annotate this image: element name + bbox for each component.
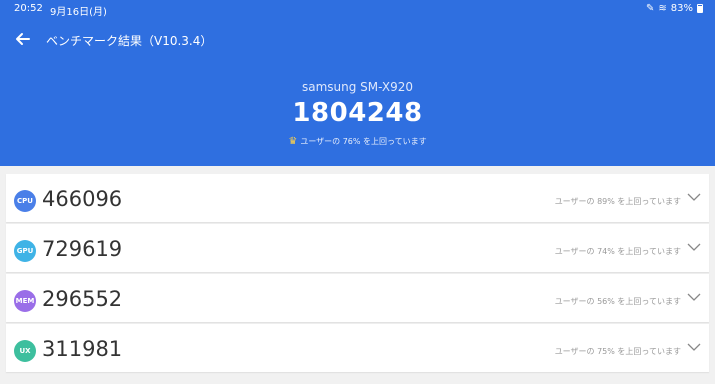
- crown-icon: ♛: [288, 136, 298, 147]
- ux-score: 311981: [42, 337, 123, 361]
- gpu-percent: ユーザーの 74% を上回っています: [554, 247, 681, 256]
- mem-badge: MEM: [14, 290, 36, 312]
- status-time: 20:52: [14, 3, 43, 14]
- status-date: 9月16日(月): [50, 7, 107, 18]
- chevron-down-icon[interactable]: [687, 240, 701, 254]
- gpu-badge: GPU: [14, 240, 36, 262]
- mem-percent: ユーザーの 56% を上回っています: [554, 297, 681, 306]
- result-row-gpu[interactable]: GPU 729619 ユーザーの 74% を上回っています: [6, 224, 709, 272]
- chevron-down-icon[interactable]: [687, 340, 701, 354]
- cpu-badge: CPU: [14, 190, 36, 212]
- gpu-score: 729619: [42, 237, 123, 261]
- chevron-down-icon[interactable]: [687, 190, 701, 204]
- battery-percent: 83%: [670, 3, 693, 14]
- header: 20:52 9月16日(月) ✎ ≋ 83% ベンチマーク結果（V10.3.4）…: [0, 0, 715, 166]
- total-rank: ♛ ユーザーの 76% を上回っています: [0, 136, 715, 147]
- status-right: ✎ ≋ 83%: [646, 3, 703, 14]
- wifi-icon: ≋: [658, 2, 667, 14]
- result-row-ux[interactable]: UX 311981 ユーザーの 75% を上回っています: [6, 324, 709, 372]
- page-title: ベンチマーク結果（V10.3.4）: [46, 34, 213, 48]
- device-name: samsung SM-X920: [301, 80, 414, 94]
- result-row-mem[interactable]: MEM 296552 ユーザーの 56% を上回っています: [6, 274, 709, 322]
- ux-badge: UX: [14, 340, 36, 362]
- cpu-percent: ユーザーの 89% を上回っています: [554, 197, 681, 206]
- pen-icon: ✎: [645, 2, 655, 14]
- title-bar: ベンチマーク結果（V10.3.4）: [0, 26, 715, 52]
- back-arrow-icon[interactable]: [12, 28, 34, 50]
- mem-score: 296552: [42, 287, 123, 311]
- status-bar: 20:52 9月16日(月) ✎ ≋ 83%: [0, 0, 715, 20]
- result-row-cpu[interactable]: CPU 466096 ユーザーの 89% を上回っています: [6, 174, 709, 222]
- total-rank-text: ユーザーの 76% を上回っています: [300, 137, 427, 146]
- cpu-score: 466096: [42, 187, 123, 211]
- ux-percent: ユーザーの 75% を上回っています: [554, 347, 681, 356]
- total-score: 1804248: [292, 98, 423, 128]
- battery-icon: [697, 4, 703, 13]
- chevron-down-icon[interactable]: [687, 290, 701, 304]
